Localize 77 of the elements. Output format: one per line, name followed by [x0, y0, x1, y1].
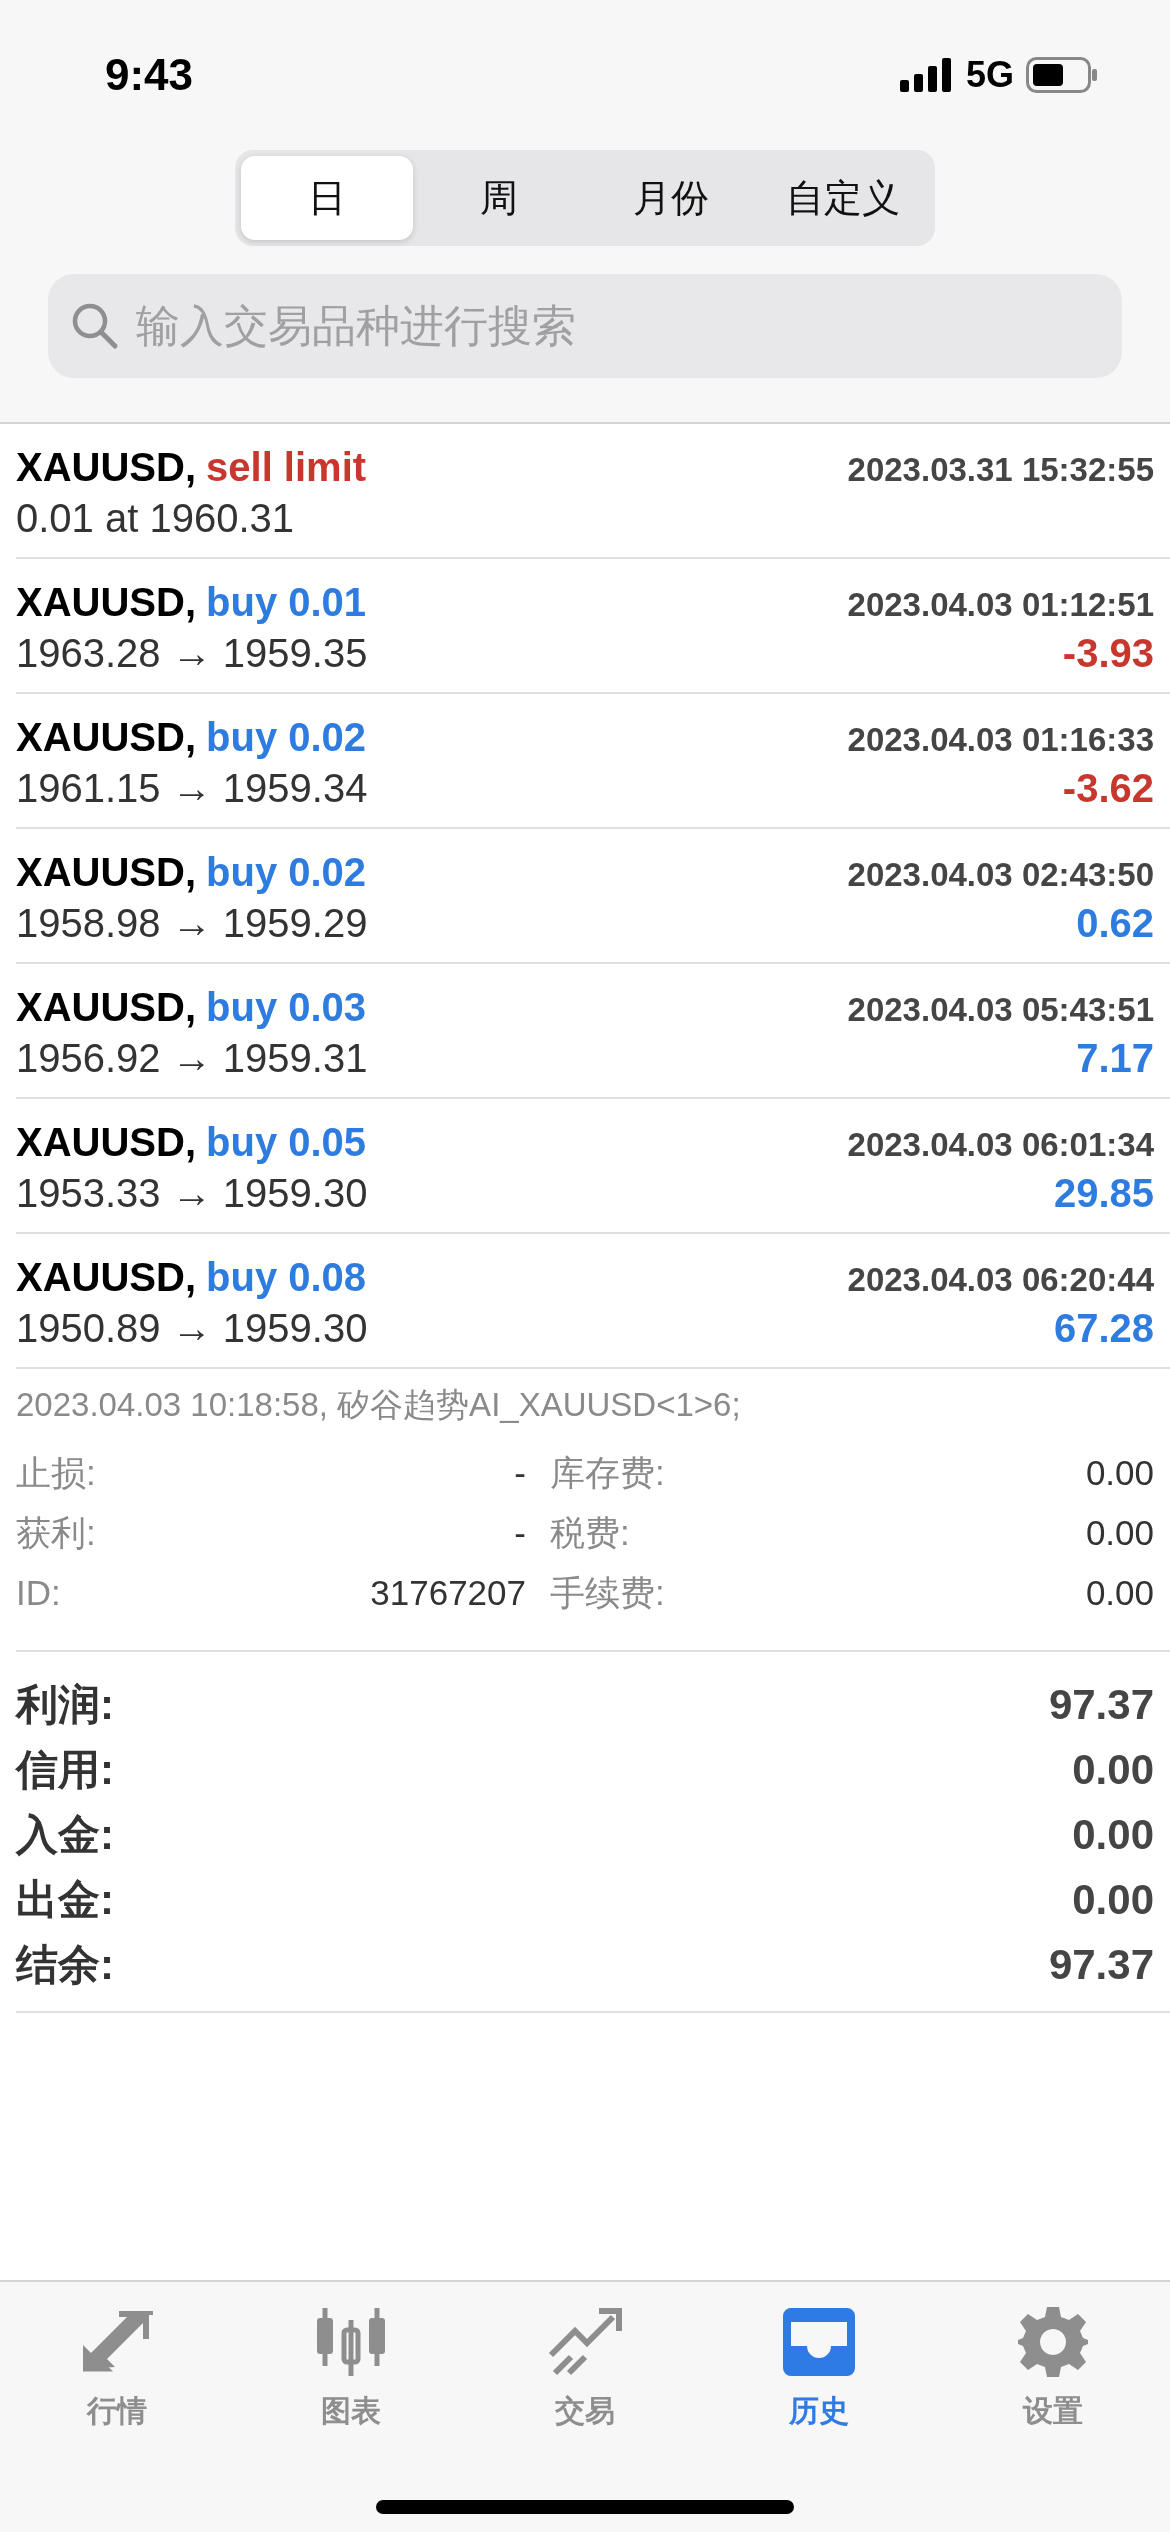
trade-profit: 0.62 — [1076, 900, 1154, 946]
field-value: - — [513, 1513, 526, 1553]
trade-row[interactable]: XAUUSD, buy 0.08 2023.04.03 06:20:44 1950.89 → 1959.30 67.28 — [16, 1234, 1170, 1369]
summary-label: 出金: — [16, 1874, 114, 1925]
trade-symbol: XAUUSD, — [16, 444, 197, 490]
trade-symbol: XAUUSD, — [16, 849, 197, 895]
trade-row[interactable]: XAUUSD, buy 0.03 2023.04.03 05:43:51 1956.92 → 1959.31 7.17 — [16, 964, 1170, 1099]
trade-symbol: XAUUSD, — [16, 984, 197, 1030]
battery-icon — [1026, 57, 1098, 93]
summary-label: 结余: — [16, 1939, 114, 1990]
field-value: 0.00 — [1085, 1513, 1154, 1553]
trade-time: 2023.04.03 01:12:51 — [847, 585, 1154, 624]
trade-time: 2023.04.03 01:16:33 — [847, 720, 1154, 759]
period-tab[interactable]: 自定义 — [757, 156, 929, 240]
field-value: 31767207 — [369, 1573, 526, 1613]
trade-profit: 29.85 — [1053, 1170, 1154, 1216]
trade-profit: 67.28 — [1053, 1305, 1154, 1351]
search-icon — [70, 301, 120, 351]
field-label: 手续费: — [550, 1572, 666, 1614]
field-label: 库存费: — [550, 1452, 666, 1494]
network-label: 5G — [965, 54, 1014, 96]
trade-prices: 1958.98 → 1959.29 — [16, 900, 368, 946]
trade-action: buy 0.02 — [206, 849, 367, 895]
trade-time: 2023.04.03 06:20:44 — [847, 1260, 1154, 1299]
trade-action: buy 0.02 — [206, 714, 367, 760]
status-time: 9:43 — [105, 50, 194, 100]
trade-symbol: XAUUSD, — [16, 579, 197, 625]
trade-time: 2023.03.31 15:32:55 — [847, 450, 1154, 489]
nav-tab[interactable]: 历史 — [702, 2304, 936, 2433]
order-comment: 2023.04.03 10:18:58, 矽谷趋势AI_XAUUSD<1>6; — [16, 1385, 742, 1425]
trade-row[interactable]: XAUUSD, sell limit 2023.03.31 15:32:55 0.01 at 1960.31 — [16, 424, 1170, 559]
period-tab[interactable]: 周 — [413, 156, 585, 240]
trade-action: buy 0.03 — [206, 984, 367, 1030]
trade-row[interactable]: XAUUSD, buy 0.02 2023.04.03 02:43:50 1958.98 → 1959.29 0.62 — [16, 829, 1170, 964]
trade-profit: 7.17 — [1076, 1035, 1154, 1081]
field-label: 获利: — [16, 1512, 97, 1554]
field-value: 0.00 — [1085, 1573, 1154, 1613]
trade-row[interactable]: XAUUSD, buy 0.05 2023.04.03 06:01:34 1953.33 → 1959.30 29.85 — [16, 1099, 1170, 1234]
trade-action: buy 0.08 — [206, 1254, 367, 1300]
field-value: 0.00 — [1085, 1453, 1154, 1493]
trade-prices: 0.01 at 1960.31 — [16, 495, 295, 541]
field-label: 税费: — [550, 1512, 631, 1554]
period-tab[interactable]: 日 — [241, 156, 413, 240]
trade-row[interactable]: XAUUSD, buy 0.01 2023.04.03 01:12:51 1963.28 → 1959.35 -3.93 — [16, 559, 1170, 694]
summary-value: 97.37 — [1048, 1940, 1154, 1989]
summary-value: 0.00 — [1072, 1745, 1154, 1794]
trade-profit: -3.93 — [1062, 630, 1154, 676]
field-label: 止损: — [16, 1452, 97, 1494]
trade-row[interactable]: XAUUSD, buy 0.02 2023.04.03 01:16:33 1961.15 → 1959.34 -3.62 — [16, 694, 1170, 829]
field-label: ID: — [16, 1573, 62, 1613]
inbox-tray-icon — [781, 2305, 857, 2379]
summary-label: 利润: — [16, 1679, 114, 1730]
trade-action: buy 0.01 — [206, 579, 367, 625]
trade-action: sell limit — [206, 444, 367, 490]
trade-action: buy 0.05 — [206, 1119, 367, 1165]
summary-value: 0.00 — [1072, 1810, 1154, 1859]
trade-prices: 1961.15 → 1959.34 — [16, 765, 368, 811]
summary-value: 97.37 — [1048, 1680, 1154, 1729]
trade-symbol: XAUUSD, — [16, 1254, 197, 1300]
settings-icon — [1016, 2305, 1090, 2379]
period-tab[interactable]: 月份 — [585, 156, 757, 240]
summary-label: 入金: — [16, 1809, 114, 1860]
trade-time: 2023.04.03 06:01:34 — [847, 1125, 1154, 1164]
trade-time: 2023.04.03 05:43:51 — [847, 990, 1154, 1029]
field-value: - — [513, 1453, 526, 1493]
trade-prices: 1963.28 → 1959.35 — [16, 630, 368, 676]
trade-time: 2023.04.03 02:43:50 — [847, 855, 1154, 894]
trade-prices: 1950.89 → 1959.30 — [16, 1305, 368, 1351]
signal-icon — [899, 58, 954, 92]
summary-label: 信用: — [16, 1744, 114, 1795]
trade-prices: 1956.92 → 1959.31 — [16, 1035, 368, 1081]
summary-value: 0.00 — [1072, 1875, 1154, 1924]
trade-prices: 1953.33 → 1959.30 — [16, 1170, 368, 1216]
trade-profit: -3.62 — [1062, 765, 1154, 811]
trade-symbol: XAUUSD, — [16, 714, 197, 760]
trade-symbol: XAUUSD, — [16, 1119, 197, 1165]
search-field[interactable]: 输入交易品种进行搜索 — [48, 274, 1122, 378]
